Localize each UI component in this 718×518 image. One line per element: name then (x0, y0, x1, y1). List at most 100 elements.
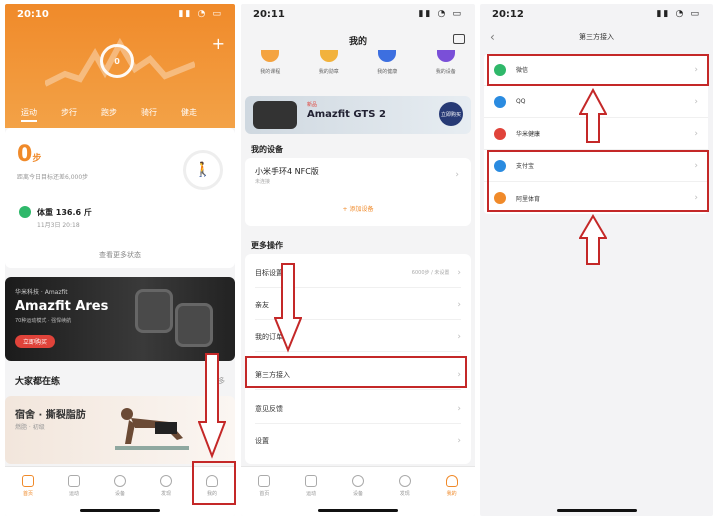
list-item-feedback[interactable]: 意见反馈 › (255, 394, 461, 424)
device-icon (114, 475, 126, 487)
weight-row[interactable]: 体重 136.6 斤 (19, 206, 92, 218)
health-icon (494, 127, 506, 140)
home-indicator (80, 509, 160, 512)
page-title: 第三方接入 (579, 33, 614, 41)
health-icon (378, 50, 397, 62)
steps-goal-text: 距离今日目标还差6,000步 (17, 174, 89, 181)
shortcut-label: 我的设备 (435, 69, 456, 75)
row-meta: 6000步 / 未设置 (411, 270, 450, 276)
tab-label: 设备 (352, 491, 363, 497)
shortcut-row: 我的课程 我的勋章 我的健康 我的设备 (241, 50, 475, 75)
tab-label: 设备 (114, 491, 125, 497)
device-name: 小米手环4 NFC版 (255, 167, 319, 176)
device-icon (436, 50, 455, 62)
tab-label: 发现 (160, 491, 171, 497)
tab-cycle[interactable]: 骑行 (141, 107, 157, 122)
shortcut-health[interactable]: 我的健康 (377, 50, 397, 75)
status-bar: 20:11 ▮▮ ◔ ▭ (241, 4, 475, 26)
tab-label: 运动 (306, 491, 317, 497)
shortcut-label: 我的勋章 (318, 69, 339, 75)
banner-title: Amazfit Ares (15, 299, 109, 314)
tab-home[interactable]: 首页 (10, 475, 46, 516)
shortcut-devices[interactable]: 我的设备 (436, 50, 456, 75)
add-device-button[interactable]: + 添加设备 (245, 204, 471, 213)
screenshot-collage: 20:10 ▮▮ ◔ ▭ 0 + 运动 步行 跑步 骑行 健走 0步 距离今日目… (0, 0, 718, 518)
banner-brand: 华米科技 · Amazfit (15, 289, 68, 296)
watch-image (135, 289, 173, 333)
tab-hike[interactable]: 健走 (181, 107, 197, 122)
shortcut-medals[interactable]: 我的勋章 (319, 50, 339, 75)
add-icon[interactable]: + (212, 34, 225, 53)
row-label: 设置 (255, 437, 269, 445)
tab-sport[interactable]: 运动 (21, 107, 37, 122)
home-icon (22, 475, 34, 487)
workout-title: 宿舍 · 撕裂脂肪 (15, 410, 86, 421)
tab-walk[interactable]: 步行 (61, 107, 77, 122)
watch-image (253, 101, 297, 129)
status-time: 20:10 (17, 9, 49, 20)
medal-icon (319, 50, 338, 62)
highlight-box-third-party (245, 356, 467, 388)
plank-person-image (115, 408, 189, 450)
chevron-right-icon: › (694, 128, 698, 139)
shortcut-courses[interactable]: 我的课程 (260, 50, 280, 75)
more-status-link[interactable]: 查看更多状态 (5, 250, 235, 260)
row-label: 华米健康 (516, 131, 541, 138)
signal-icon: ▮▮ ◔ ▭ (656, 9, 701, 19)
profile-icon (445, 475, 458, 487)
tab-label: 发现 (399, 491, 410, 497)
page-title: 我的 (348, 37, 367, 47)
highlight-box-alipay-alisports (487, 150, 709, 212)
banner-buy-button[interactable]: 立即购买 (15, 335, 56, 348)
banner-tag: 新品 (307, 102, 318, 108)
device-card[interactable]: 小米手环4 NFC版 未连接 › + 添加设备 (245, 158, 471, 226)
chevron-right-icon: › (457, 436, 461, 446)
weight-icon (19, 206, 31, 218)
steps-card[interactable]: 0步 距离今日目标还差6,000步 🚶 体重 136.6 斤 11月3日 20:… (5, 128, 235, 268)
tab-label: 运动 (68, 491, 79, 497)
home-indicator (556, 509, 637, 512)
home-indicator (318, 509, 398, 512)
tab-label: 首页 (22, 491, 33, 497)
progress-ring[interactable]: 0 (100, 44, 134, 78)
sport-icon (68, 475, 80, 487)
tab-profile[interactable]: 我的 (434, 475, 470, 516)
device-icon (351, 475, 364, 487)
more-actions-label: 更多操作 (251, 241, 283, 250)
tab-label: 首页 (259, 491, 270, 497)
arrow-up-icon (579, 88, 607, 143)
highlight-box-profile-tab (192, 461, 236, 505)
highlight-box-wechat (487, 54, 709, 86)
status-bar: 20:12 ▮▮ ◔ ▭ (480, 4, 713, 26)
list-item-settings[interactable]: 设置 › (255, 426, 461, 456)
arrow-up-icon (579, 214, 607, 265)
banner-title: Amazfit GTS 2 (307, 109, 386, 120)
phone-profile-screen: 20:11 ▮▮ ◔ ▭ 我的 我的课程 我的勋章 我的健康 我的设备 新品 A… (241, 4, 475, 516)
status-bar: 20:10 ▮▮ ◔ ▭ (5, 4, 235, 26)
gts-banner[interactable]: 新品 Amazfit GTS 2 立即购买 (245, 96, 471, 134)
walking-person-icon: 🚶 (183, 150, 223, 190)
status-time: 20:12 (492, 9, 524, 20)
qq-icon (494, 95, 506, 108)
shortcut-label: 我的健康 (377, 69, 398, 75)
weight-label: 体重 136.6 斤 (37, 207, 92, 217)
status-time: 20:11 (253, 9, 285, 20)
signal-icon: ▮▮ ◔ ▭ (418, 9, 463, 19)
tab-home[interactable]: 首页 (246, 475, 282, 516)
arrow-down-icon (274, 263, 302, 353)
discover-icon (398, 475, 411, 487)
chevron-right-icon: › (457, 267, 461, 278)
courses-icon (261, 50, 280, 62)
header-panel: 20:10 ▮▮ ◔ ▭ 0 + 运动 步行 跑步 骑行 健走 (5, 4, 235, 128)
sport-tabs: 运动 步行 跑步 骑行 健走 (21, 107, 197, 122)
banner-buy-button[interactable]: 立即购买 (439, 102, 463, 126)
promo-banner[interactable]: 华米科技 · Amazfit Amazfit Ares 70种运动模式 · 强悍… (5, 277, 235, 361)
message-icon[interactable] (453, 34, 465, 44)
banner-subtitle: 70种运动模式 · 强悍续航 (15, 318, 72, 324)
home-icon (258, 475, 271, 487)
tab-run[interactable]: 跑步 (101, 107, 117, 122)
section-title: 大家都在练 (15, 377, 61, 387)
signal-icon: ▮▮ ◔ ▭ (178, 9, 223, 19)
watch-image (175, 303, 213, 347)
shortcut-label: 我的课程 (260, 69, 281, 75)
